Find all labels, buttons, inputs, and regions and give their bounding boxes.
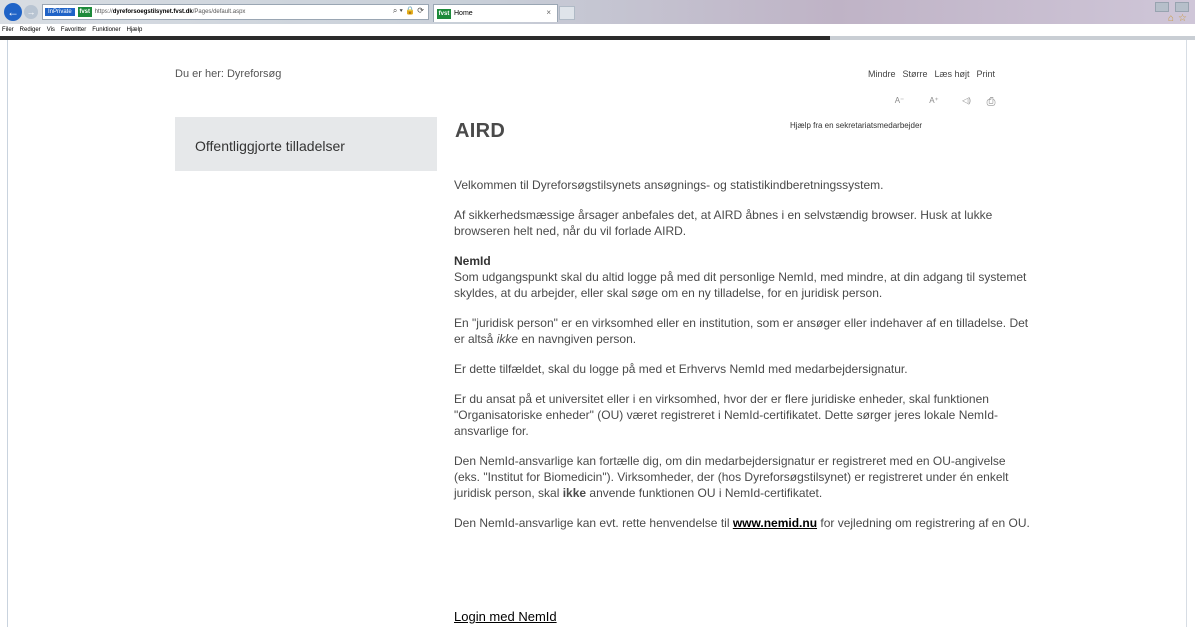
url-host: dyreforsoegstilsynet.fvst.dk	[112, 9, 193, 15]
browser-home-icons[interactable]: ⌂ ☆	[1168, 13, 1187, 24]
legal-person-emphasis: ikke	[496, 332, 519, 346]
nemid-section: NemId Som udgangspunkt skal du altid log…	[454, 253, 1034, 301]
help-link[interactable]: Hjælp fra en sekretariatsmedarbejder	[790, 121, 922, 130]
main-content: Velkommen til Dyreforsøgstilsynets ansøg…	[454, 177, 1034, 545]
nemid-website-link[interactable]: www.nemid.nu	[733, 516, 817, 530]
accessibility-icons: A⁻ A⁺ ◁) ⎙	[883, 96, 1001, 109]
legal-person-text: En "juridisk person" er en virksomhed el…	[454, 315, 1034, 347]
url-path: /Pages/default.aspx	[192, 9, 246, 15]
tab-home[interactable]: fvst Home ×	[433, 4, 558, 22]
ou-text: Er du ansat på et universitet eller i en…	[454, 392, 999, 438]
favorites-star-icon[interactable]: ☆	[1178, 13, 1187, 24]
sidebar-menu: Offentliggjorte tilladelser	[175, 117, 437, 171]
menu-item-rediger[interactable]: Rediger	[20, 27, 41, 33]
back-arrow-icon[interactable]: ←	[4, 3, 22, 21]
nemid-text: Som udgangspunkt skal du altid logge på …	[454, 270, 1027, 300]
menu-bar: Filer Rediger Vis Favoritter Funktioner …	[0, 24, 1195, 36]
left-border	[7, 40, 8, 627]
menu-item-filer[interactable]: Filer	[2, 27, 14, 33]
menu-item-vis[interactable]: Vis	[47, 27, 55, 33]
print-link[interactable]: Print	[977, 69, 996, 79]
menu-item-funktioner[interactable]: Funktioner	[92, 27, 120, 33]
intro-text: Velkommen til Dyreforsøgstilsynets ansøg…	[454, 178, 884, 192]
window-controls[interactable]	[1155, 2, 1189, 12]
printer-icon[interactable]: ⎙	[981, 96, 1001, 109]
url-prefix: https://	[94, 9, 113, 15]
nemid-contact-text: Den NemId-ansvarlige kan evt. rette henv…	[454, 515, 1034, 531]
ou-info-bold: ikke	[562, 486, 587, 500]
minimize-icon[interactable]	[1155, 2, 1169, 12]
login-nemid-link[interactable]: Login med NemId	[454, 609, 557, 624]
legal-person-text-b: en navngiven person.	[518, 332, 637, 346]
text-smaller-icon[interactable]: A⁻	[883, 96, 916, 109]
address-bar[interactable]: InPrivate fvst https:// dyreforsoegstils…	[42, 4, 429, 20]
site-favicon-icon: fvst	[77, 7, 92, 17]
ou-info-text-b: anvende funktionen OU i NemId-certifikat…	[586, 486, 823, 500]
forward-arrow-icon[interactable]: →	[24, 5, 38, 19]
inprivate-badge: InPrivate	[45, 8, 75, 16]
security-text: Af sikkerhedsmæssige årsager anbefales d…	[454, 208, 993, 238]
speaker-icon[interactable]: ◁)	[952, 96, 981, 109]
text-larger-icon[interactable]: A⁺	[916, 96, 952, 109]
breadcrumb: Du er her: Dyreforsøg	[175, 68, 282, 80]
page-top-spacer	[0, 40, 1195, 60]
smaller-text-link[interactable]: Mindre	[868, 69, 896, 79]
nemid-contact-text-a: Den NemId-ansvarlige kan evt. rette henv…	[454, 516, 733, 530]
new-tab-button[interactable]	[559, 6, 575, 20]
accessibility-toolbar: Mindre Større Læs højt Print	[868, 69, 995, 79]
employee-signature-text: Er dette tilfældet, skal du logge på med…	[454, 362, 908, 376]
ou-info-text: Den NemId-ansvarlige kan fortælle dig, o…	[454, 453, 1034, 501]
right-border	[1186, 40, 1187, 627]
read-aloud-link[interactable]: Læs højt	[935, 69, 970, 79]
menu-item-favoritter[interactable]: Favoritter	[61, 27, 86, 33]
sidebar-item-published-permits[interactable]: Offentliggjorte tilladelser	[195, 138, 345, 154]
tab-favicon-icon: fvst	[437, 8, 451, 19]
nemid-contact-text-b: for vejledning om registrering af en OU.	[817, 516, 1030, 530]
browser-titlebar: ← → InPrivate fvst https:// dyreforsoegs…	[0, 0, 1195, 24]
address-bar-actions[interactable]: ⌕ ▾ 🔒 ⟳	[393, 6, 424, 16]
page-title: AIRD	[455, 120, 506, 142]
larger-text-link[interactable]: Større	[903, 69, 928, 79]
menu-item-hjaelp[interactable]: Hjælp	[127, 27, 143, 33]
close-icon[interactable]: ×	[546, 8, 551, 17]
nemid-heading: NemId	[454, 254, 491, 268]
home-icon[interactable]: ⌂	[1168, 13, 1174, 24]
maximize-icon[interactable]	[1175, 2, 1189, 12]
tab-title: Home	[454, 10, 473, 17]
